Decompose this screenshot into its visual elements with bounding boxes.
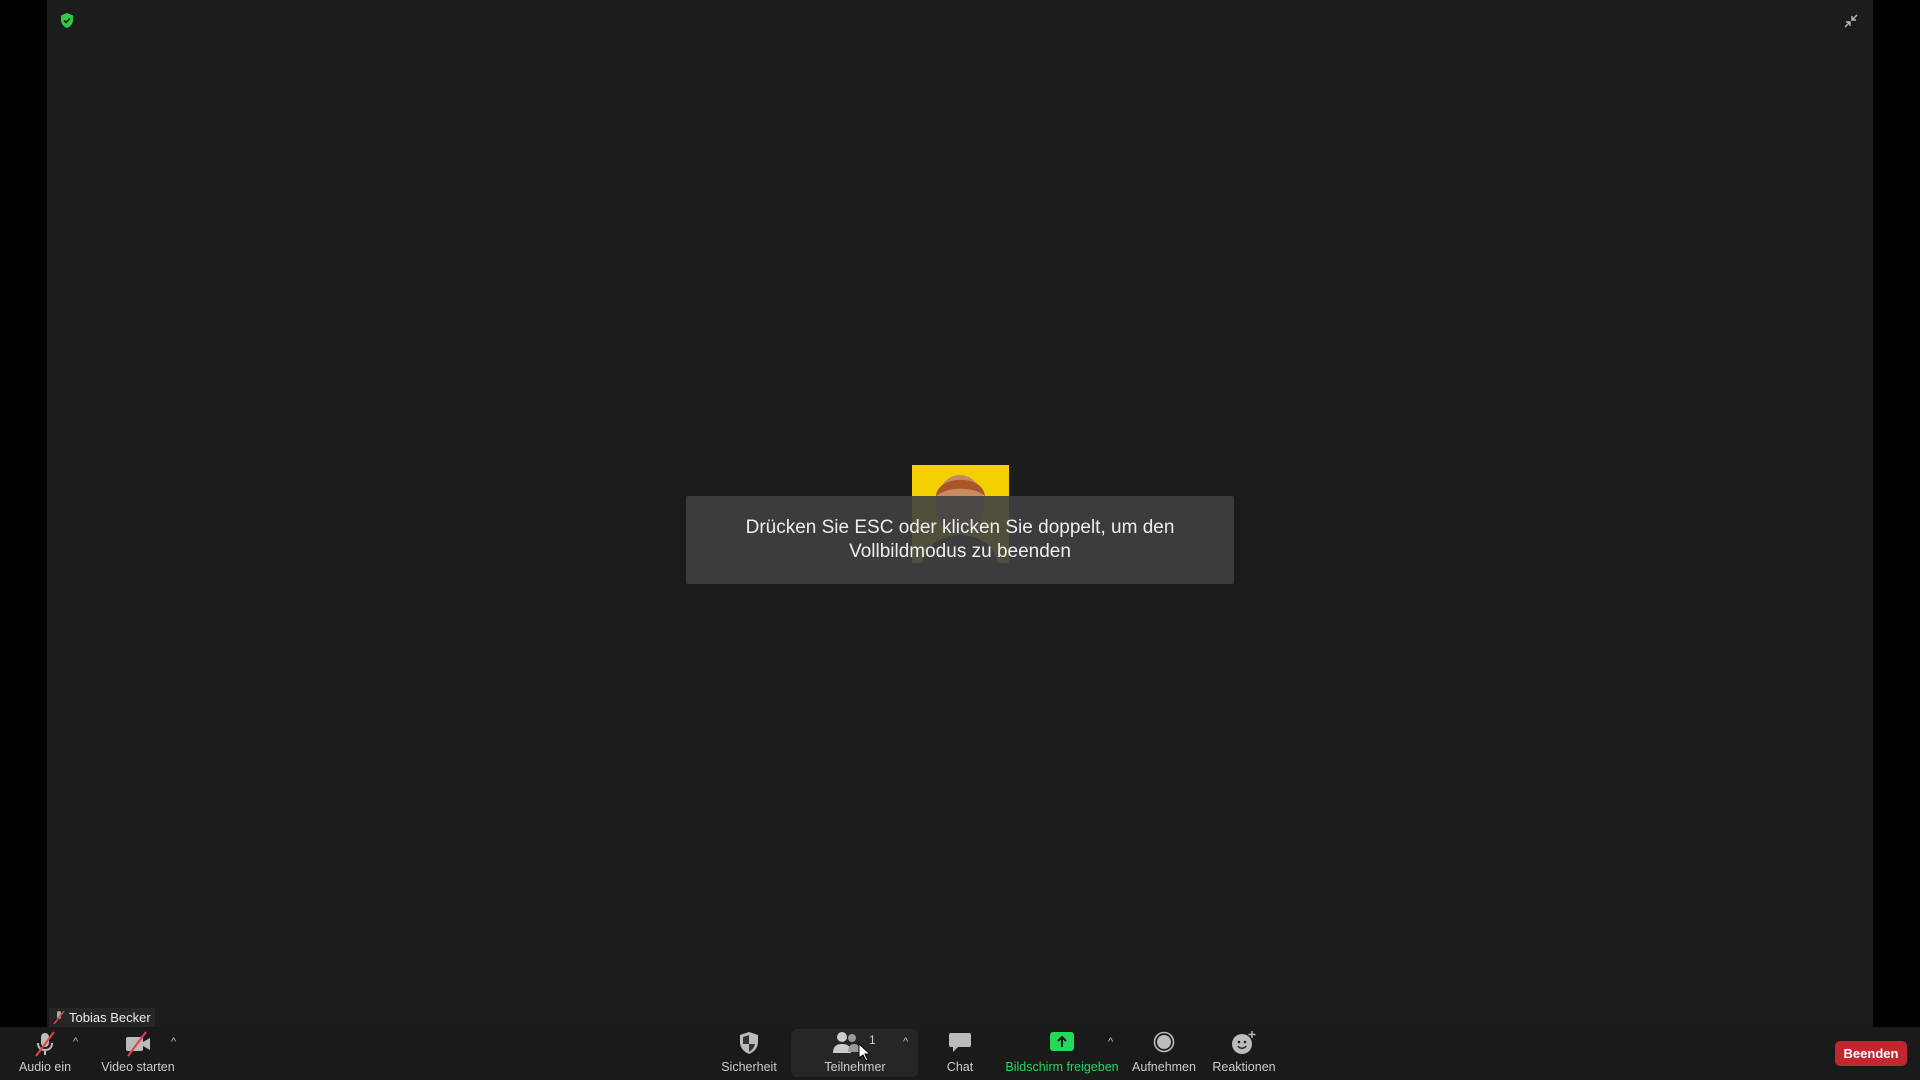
- reactions-button[interactable]: Reaktionen: [1209, 1029, 1279, 1077]
- participants-icon: [833, 1032, 860, 1053]
- muted-mic-icon: [35, 1031, 55, 1057]
- reactions-smiley-icon: [1232, 1031, 1256, 1054]
- share-screen-label: Bildschirm freigeben: [1005, 1060, 1119, 1074]
- chat-bubble-icon: [949, 1033, 971, 1052]
- audio-options-caret[interactable]: ^: [73, 1036, 78, 1048]
- fullscreen-hint-toast: Drücken Sie ESC oder klicken Sie doppelt…: [686, 496, 1234, 584]
- muted-mic-icon: [53, 1011, 65, 1024]
- reactions-label: Reaktionen: [1212, 1060, 1276, 1074]
- video-label: Video starten: [101, 1060, 175, 1074]
- video-options-caret[interactable]: ^: [171, 1036, 176, 1048]
- security-button[interactable]: Sicherheit: [714, 1029, 784, 1077]
- end-meeting-button[interactable]: Beenden: [1835, 1041, 1907, 1066]
- toast-line-1: Drücken Sie ESC oder klicken Sie doppelt…: [745, 517, 1175, 538]
- participants-count: 1: [869, 1033, 876, 1047]
- share-screen-button[interactable]: Bildschirm freigeben: [1002, 1029, 1122, 1077]
- exit-fullscreen-icon[interactable]: [1843, 13, 1859, 29]
- participant-name-tag: Tobias Becker: [49, 1008, 155, 1027]
- record-label: Aufnehmen: [1132, 1060, 1196, 1074]
- participants-options-caret[interactable]: ^: [903, 1036, 908, 1048]
- video-off-icon: [126, 1031, 150, 1057]
- chat-label: Chat: [946, 1060, 974, 1074]
- record-icon: [1153, 1031, 1175, 1053]
- encryption-shield-icon[interactable]: [60, 13, 74, 28]
- share-screen-arrow-icon: [1050, 1032, 1074, 1051]
- record-button[interactable]: Aufnehmen: [1129, 1029, 1199, 1077]
- share-options-caret[interactable]: ^: [1108, 1036, 1113, 1048]
- security-label: Sicherheit: [721, 1060, 777, 1074]
- audio-button[interactable]: Audio ein: [10, 1029, 80, 1077]
- toast-line-2: Vollbildmodus zu beenden: [849, 541, 1071, 562]
- video-button[interactable]: Video starten: [98, 1029, 178, 1077]
- audio-label: Audio ein: [18, 1060, 72, 1074]
- mouse-cursor-icon: [858, 1043, 870, 1061]
- security-shield-icon: [740, 1032, 758, 1054]
- chat-button[interactable]: Chat: [930, 1029, 990, 1077]
- participant-name: Tobias Becker: [69, 1010, 151, 1025]
- participants-label: Teilnehmer: [824, 1060, 886, 1074]
- participants-button-content[interactable]: 1 Teilnehmer: [805, 1029, 905, 1077]
